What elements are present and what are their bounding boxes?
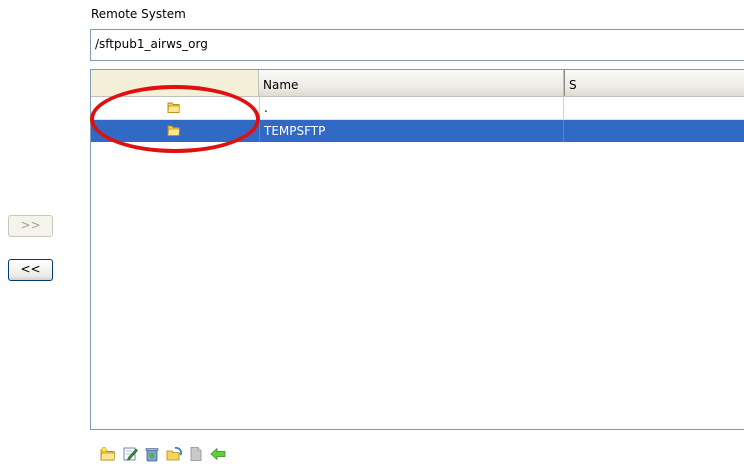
download-button[interactable]: << [8,259,53,281]
remote-path-field[interactable]: /sftpub1_airws_org [90,29,744,61]
row-name: TEMPSFTP [259,120,564,142]
back-arrow-icon[interactable] [210,446,226,462]
red-highlight-circle [90,85,260,153]
upload-button[interactable]: >> [8,215,53,237]
refresh-icon[interactable] [166,446,182,462]
properties-icon[interactable] [188,446,204,462]
remote-system-label: Remote System [91,7,186,21]
row-name: . [259,97,564,119]
new-folder-icon[interactable] [100,446,116,462]
rename-icon[interactable] [122,446,138,462]
column-header-name[interactable]: Name [259,70,564,96]
column-header-size[interactable]: S [564,70,744,96]
delete-icon[interactable] [144,446,160,462]
